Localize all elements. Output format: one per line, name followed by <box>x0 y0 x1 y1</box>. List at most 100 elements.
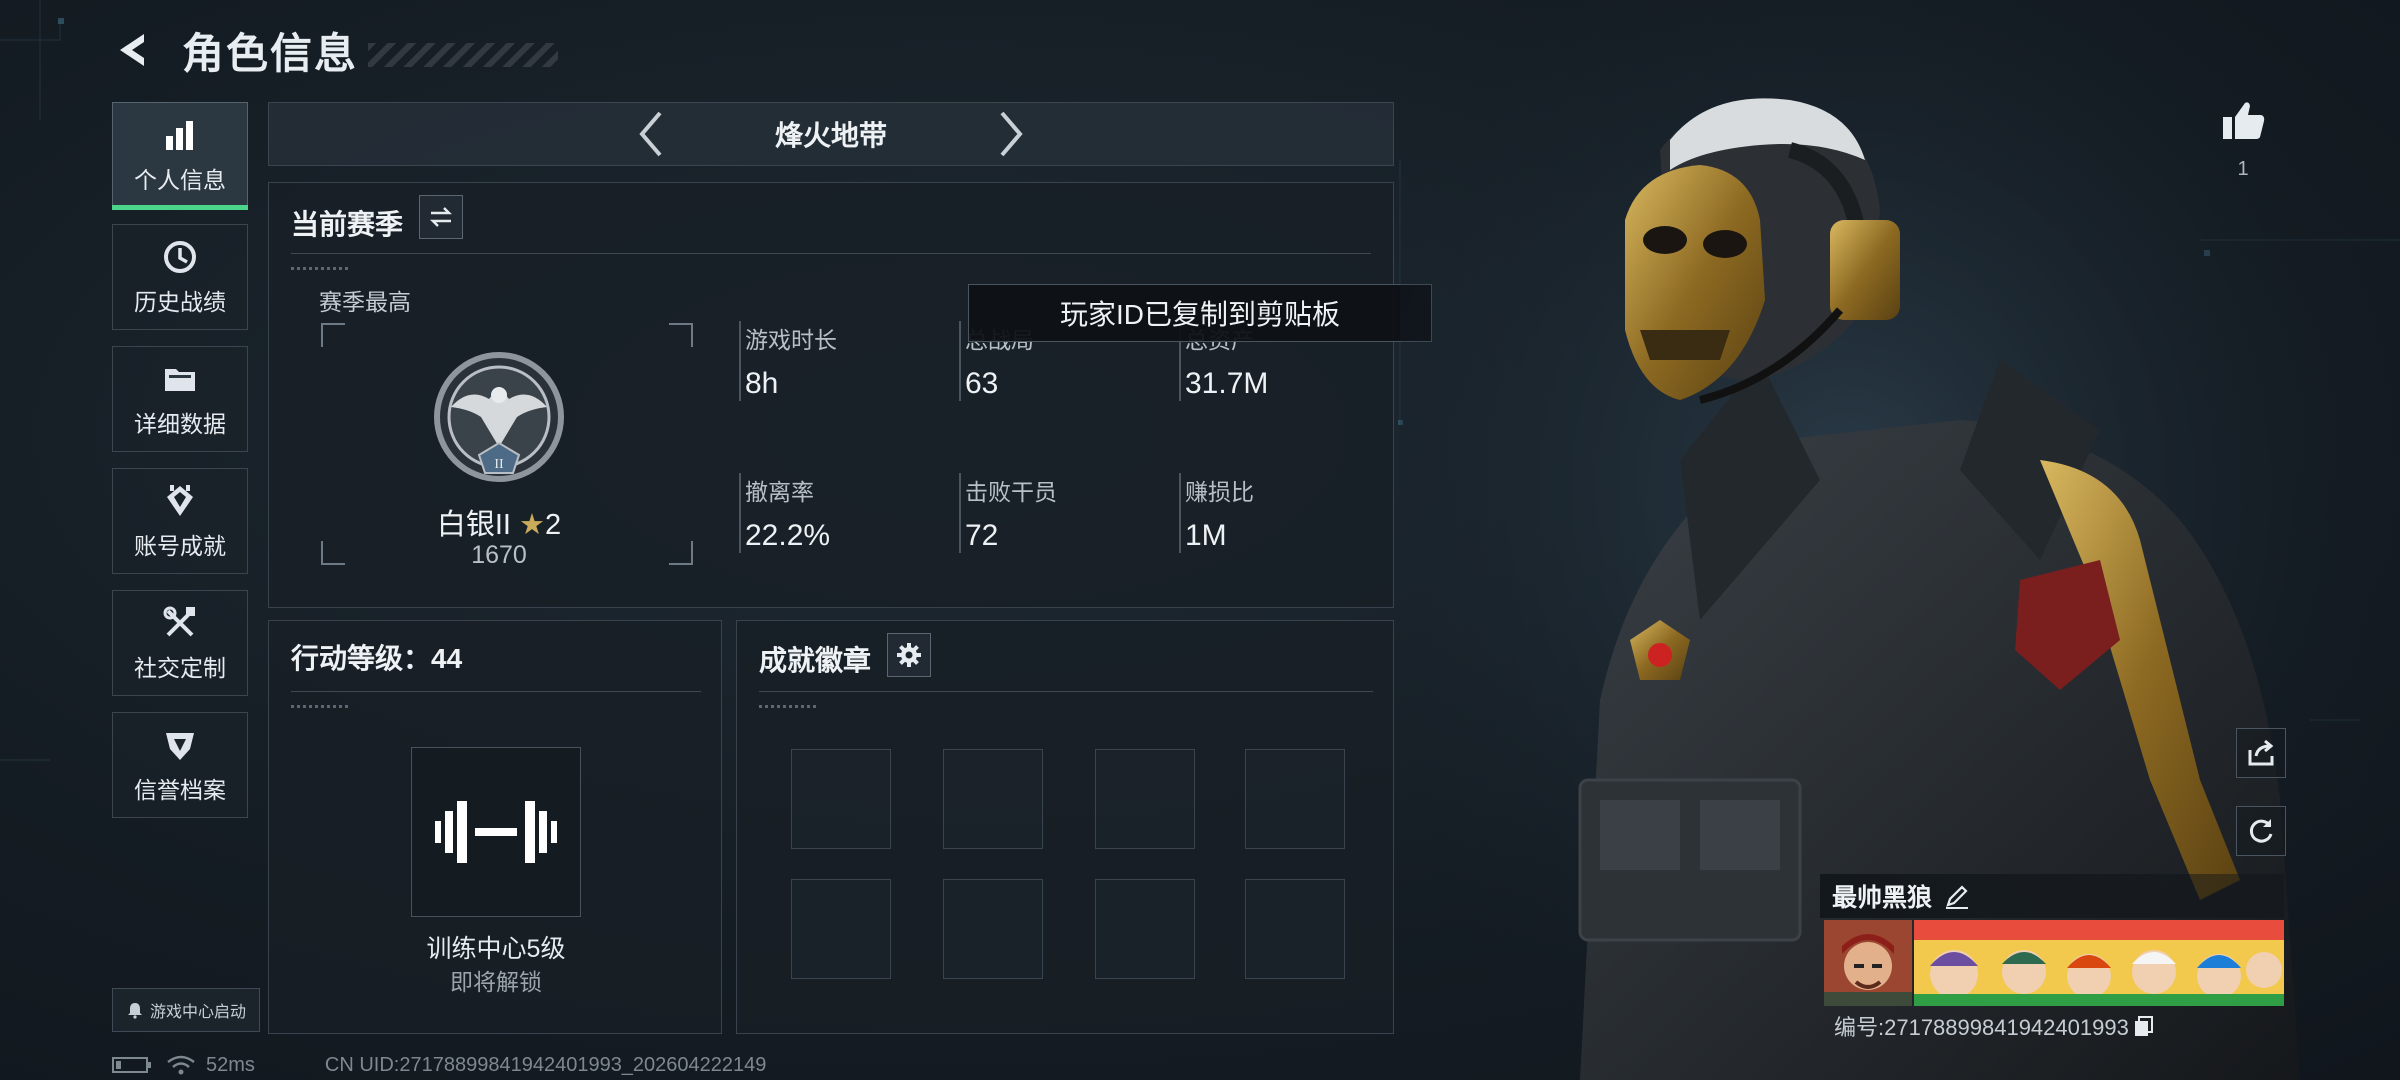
back-button[interactable] <box>110 26 158 74</box>
stat-label: 撤离率 <box>745 479 814 505</box>
launch-label: 游戏中心启动 <box>149 1004 246 1021</box>
title-stripes <box>368 43 559 67</box>
sidebar-item-reputation[interactable]: 信誉档案 <box>112 712 248 818</box>
rank-points: 1670 <box>471 541 527 569</box>
dotted-accent <box>759 705 819 708</box>
stat-label: 击败干员 <box>965 479 1057 505</box>
divider <box>291 691 701 692</box>
back-arrow-icon <box>120 34 144 66</box>
avatar[interactable] <box>1824 920 1912 1006</box>
rank-badge-icon: II <box>434 352 564 482</box>
sidebar-item-label: 历史战绩 <box>134 289 226 315</box>
current-season-panel: 当前赛季 赛季最高 II 白银II ★2 1670 游戏时长 8h 总战局 63… <box>268 182 1394 608</box>
sidebar-item-history[interactable]: 历史战绩 <box>112 224 248 330</box>
sidebar-item-achievements[interactable]: 账号成就 <box>112 468 248 574</box>
sidebar-item-label: 信誉档案 <box>134 777 226 803</box>
achievements-title: 成就徽章 <box>759 645 872 676</box>
battery-icon <box>112 1057 151 1073</box>
frame-corner <box>669 541 693 565</box>
frame-corner <box>669 323 693 347</box>
bar-chart-icon <box>160 115 200 155</box>
shield-icon <box>160 725 200 765</box>
copy-icon[interactable] <box>2133 1015 2155 1037</box>
badge-slot[interactable] <box>1245 879 1345 979</box>
badge-slot[interactable] <box>1095 879 1195 979</box>
badge-slot[interactable] <box>791 879 891 979</box>
rank-stars: 2 <box>545 509 562 541</box>
action-level-panel: 行动等级：44 训练中心5级 即将解锁 <box>268 620 722 1034</box>
chevron-left-icon <box>639 111 662 157</box>
player-id: 编号:27178899841942401993 <box>1834 1015 2129 1040</box>
swap-icon <box>429 207 453 227</box>
badge-slot[interactable] <box>1245 749 1345 849</box>
mode-label: 烽火地带 <box>774 120 887 151</box>
stat-value: 8h <box>745 367 779 400</box>
sidebar-item-label: 个人信息 <box>134 167 226 193</box>
stat-value: 22.2% <box>745 519 831 552</box>
season-title: 当前赛季 <box>291 209 404 240</box>
share-button[interactable] <box>2236 728 2286 778</box>
dotted-accent <box>291 267 351 270</box>
like-button[interactable] <box>2218 96 2268 146</box>
player-banner[interactable] <box>1914 920 2284 1006</box>
stat-play-time: 游戏时长 8h <box>739 321 929 401</box>
switch-season-button[interactable] <box>419 195 463 239</box>
stat-value: 1M <box>1185 519 1227 552</box>
edit-icon[interactable] <box>1944 883 1970 909</box>
folder-icon <box>160 359 200 399</box>
mode-selector: 烽火地带 <box>268 102 1394 166</box>
page-title: 角色信息 <box>182 29 359 77</box>
stat-extraction-rate: 撤离率 22.2% <box>739 473 929 553</box>
bell-icon <box>127 1003 142 1019</box>
next-mode-button[interactable] <box>981 104 1041 164</box>
training-center-card[interactable] <box>411 747 581 917</box>
dumbbell-icon <box>435 801 557 863</box>
season-best-label: 赛季最高 <box>319 289 411 315</box>
status-bar: 52ms CN UID:27178899841942401993_2026042… <box>112 1052 766 1078</box>
achievement-icon <box>160 481 200 521</box>
player-id-row: 编号:27178899841942401993 <box>1834 1012 2155 1040</box>
sidebar-item-personal-info[interactable]: 个人信息 <box>112 102 248 210</box>
stat-label: 赚损比 <box>1185 479 1254 505</box>
badge-slot[interactable] <box>1095 749 1195 849</box>
divider <box>291 253 1371 254</box>
copy-toast: 玩家ID已复制到剪贴板 <box>968 284 1432 342</box>
stat-value: 72 <box>965 519 999 552</box>
gear-icon <box>897 643 921 667</box>
stat-label: 游戏时长 <box>745 327 837 353</box>
achievements-panel: 成就徽章 <box>736 620 1394 1034</box>
rotate-button[interactable] <box>2236 806 2286 856</box>
prev-mode-button[interactable] <box>621 104 681 164</box>
history-icon <box>160 237 200 277</box>
uid-text[interactable]: CN UID:27178899841942401993_202604222149 <box>325 1054 767 1077</box>
badge-slot[interactable] <box>943 879 1043 979</box>
player-name: 最帅黑狼 <box>1832 884 1933 912</box>
training-center-label: 训练中心5级 <box>426 935 566 963</box>
refresh-icon <box>2249 819 2273 843</box>
badge-slot[interactable] <box>943 749 1043 849</box>
sidebar-item-detailed-data[interactable]: 详细数据 <box>112 346 248 452</box>
achievement-settings-button[interactable] <box>887 633 931 677</box>
like-count: 1 <box>2237 158 2249 180</box>
player-name-bar: 最帅黑狼 <box>1820 874 2284 918</box>
dotted-accent <box>291 705 351 708</box>
ping-text: 52ms <box>206 1053 255 1076</box>
unlock-text: 即将解锁 <box>450 969 542 995</box>
action-level-title: 行动等级：44 <box>291 643 463 674</box>
svg-text:II: II <box>494 457 504 472</box>
stat-operators-defeated: 击败干员 72 <box>959 473 1149 553</box>
sidebar-item-label: 详细数据 <box>134 411 226 437</box>
chevron-right-icon <box>1000 111 1023 157</box>
header: 角色信息 <box>110 20 559 80</box>
game-center-launch-button[interactable]: 游戏中心启动 <box>112 988 260 1032</box>
frame-corner <box>321 323 345 347</box>
star-icon: ★ <box>519 509 546 541</box>
thumbs-up-icon <box>2223 102 2265 139</box>
sidebar-item-social[interactable]: 社交定制 <box>112 590 248 696</box>
badge-slot[interactable] <box>791 749 891 849</box>
stat-value: 31.7M <box>1185 367 1269 400</box>
sidebar-item-label: 账号成就 <box>134 533 226 559</box>
stat-value: 63 <box>965 367 999 400</box>
share-icon <box>2248 739 2274 766</box>
rank-name: 白银II <box>436 509 511 541</box>
